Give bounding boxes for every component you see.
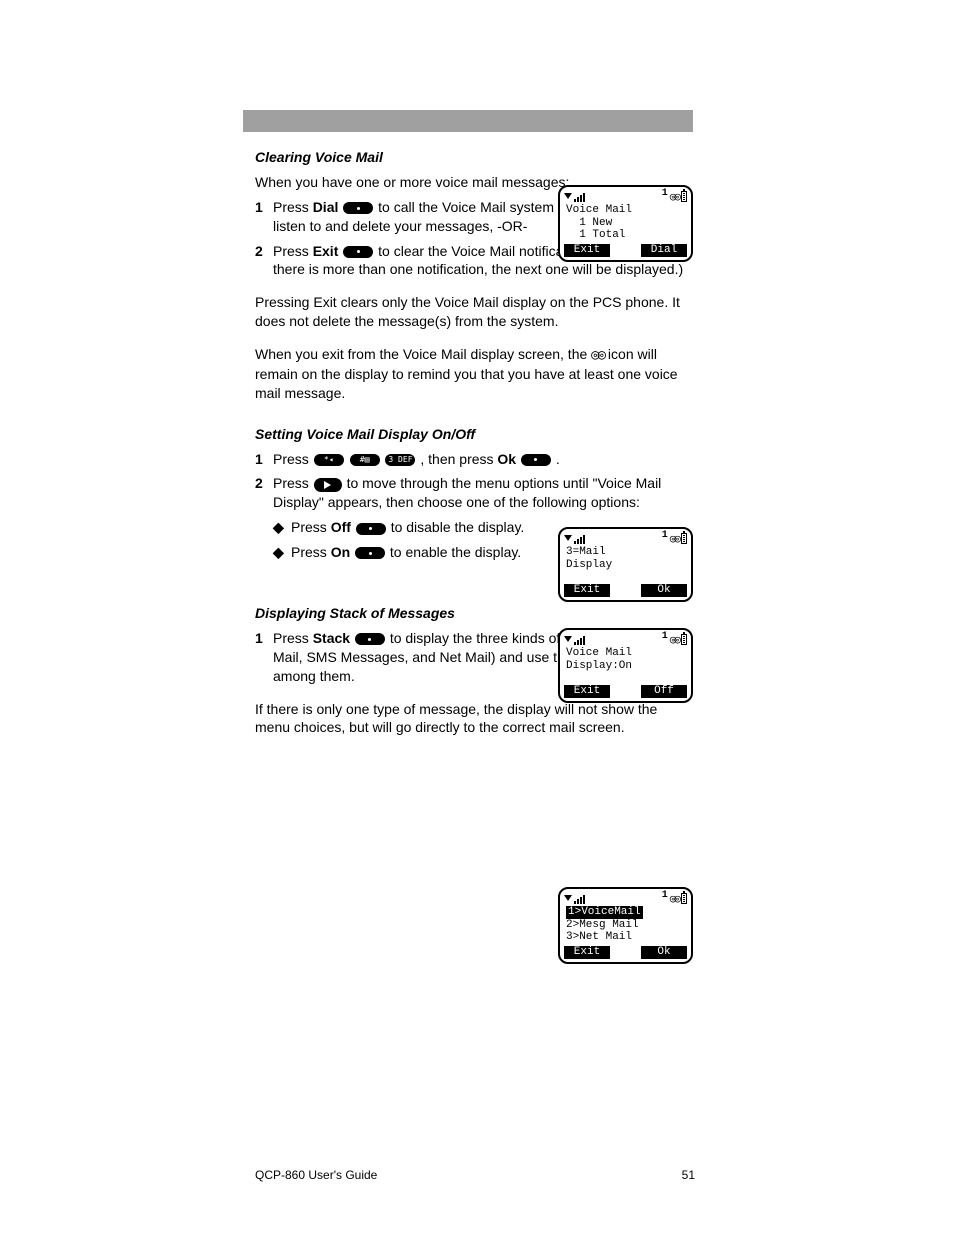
footer-page-number: 51 <box>682 1167 695 1183</box>
signal-icon <box>564 636 585 645</box>
list-item[interactable]: 3>Net Mail <box>566 931 685 944</box>
battery-icon <box>681 191 687 202</box>
softkey-icon <box>343 246 373 258</box>
lcd-softkey-exit[interactable]: Exit <box>564 584 610 597</box>
list-item[interactable]: 1>VoiceMail <box>566 906 643 919</box>
battery-icon <box>681 533 687 544</box>
softkey-icon <box>355 547 385 559</box>
section-voice-mail-display: Setting Voice Mail Display On/Off <box>255 425 684 444</box>
signal-icon <box>564 895 585 904</box>
softkey-icon <box>343 202 373 214</box>
lcd-softkey-ok[interactable]: Ok <box>641 584 687 597</box>
lcd-softkey-dial[interactable]: Dial <box>641 244 687 257</box>
section-header-bar <box>243 110 693 132</box>
section-clearing-voice-mail: Clearing Voice Mail <box>255 148 684 167</box>
footer-title: QCP-860 User's Guide <box>255 1167 377 1183</box>
lcd-voice-mail-display-on: 1 ◎◎ Voice Mail Display:On Exit Off <box>558 628 693 703</box>
battery-icon <box>681 634 687 645</box>
s2-step-1: 1 Press *◂ #▤ 3 DEF , then press Ok . <box>255 450 684 469</box>
3-key-icon: 3 DEF <box>385 454 415 466</box>
lcd-softkey-exit[interactable]: Exit <box>564 685 610 698</box>
section3-note: If there is only one type of message, th… <box>255 700 684 738</box>
battery-icon <box>681 893 687 904</box>
lcd-softkey-exit[interactable]: Exit <box>564 946 610 959</box>
softkey-icon <box>521 454 551 466</box>
hash-key-icon: #▤ <box>350 454 380 466</box>
voicemail-tape-icon: ◎◎ <box>591 346 604 365</box>
lcd-stack-menu: 1 ◎◎ 1>VoiceMail 2>Mesg Mail 3>Net Mail … <box>558 887 693 964</box>
star-key-icon: *◂ <box>314 454 344 466</box>
s2-step-2: 2 Press to move through the menu options… <box>255 474 684 512</box>
voicemail-tape-icon: ◎◎ <box>670 634 679 647</box>
voicemail-tape-icon: ◎◎ <box>670 893 679 906</box>
lcd-softkey-exit[interactable]: Exit <box>564 244 610 257</box>
section1-note2: When you exit from the Voice Mail displa… <box>255 345 684 403</box>
lcd-mail-display-menu: 1 ◎◎ 3=Mail Display Exit Ok <box>558 527 693 602</box>
voicemail-tape-icon: ◎◎ <box>670 191 679 204</box>
send-key-icon <box>314 478 342 492</box>
page-footer: QCP-860 User's Guide 51 <box>255 1167 695 1183</box>
manual-page: Clearing Voice Mail When you have one or… <box>0 0 954 1235</box>
signal-icon <box>564 193 585 202</box>
softkey-icon <box>355 633 385 645</box>
lcd-softkey-ok[interactable]: Ok <box>641 946 687 959</box>
softkey-icon <box>356 523 386 535</box>
lcd-voice-mail: 1 ◎◎ Voice Mail 1 New 1 Total Exit Dial <box>558 185 693 262</box>
lcd-softkey-off[interactable]: Off <box>641 685 687 698</box>
section-stack-messages: Displaying Stack of Messages <box>255 604 684 623</box>
list-item[interactable]: 2>Mesg Mail <box>566 919 685 932</box>
section1-note1: Pressing Exit clears only the Voice Mail… <box>255 293 684 331</box>
voicemail-tape-icon: ◎◎ <box>670 533 679 546</box>
signal-icon <box>564 535 585 544</box>
